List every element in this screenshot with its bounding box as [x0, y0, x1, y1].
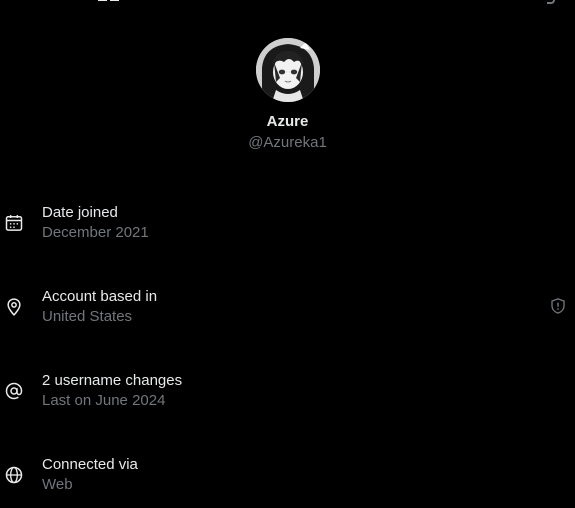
- shield-icon[interactable]: [549, 297, 567, 315]
- display-name: Azure: [266, 113, 309, 130]
- username-handle: @Azureka1: [248, 134, 327, 151]
- date-joined-value: December 2021: [42, 224, 149, 241]
- connected-via-value: Web: [42, 476, 73, 493]
- avatar-image: [255, 38, 320, 102]
- at-sign-icon: [5, 382, 23, 400]
- username-changes-value: Last on June 2024: [42, 392, 166, 409]
- username-changes-label: 2 username changes: [42, 372, 183, 389]
- globe-icon: [5, 466, 23, 484]
- profile-header: Azure @Azureka1: [0, 38, 575, 153]
- avatar[interactable]: [255, 38, 320, 102]
- info-row-date-joined: Date joined December 2021: [0, 203, 575, 247]
- info-row-account-based-in: Account based in United States: [0, 287, 575, 331]
- date-joined-label: Date joined: [42, 204, 118, 221]
- account-based-in-value: United States: [42, 308, 133, 325]
- account-about-page: Azure @Azureka1 Date joined December 202…: [0, 0, 575, 508]
- header-title-fragment: [98, 0, 138, 4]
- info-row-username-changes: 2 username changes Last on June 2024: [0, 371, 575, 415]
- account-based-in-label: Account based in: [42, 288, 158, 305]
- location-pin-icon: [7, 298, 21, 317]
- calendar-icon: [5, 215, 23, 231]
- info-row-connected-via: Connected via Web: [0, 455, 575, 499]
- header-icon-fragment: [547, 0, 555, 4]
- connected-via-label: Connected via: [42, 456, 138, 473]
